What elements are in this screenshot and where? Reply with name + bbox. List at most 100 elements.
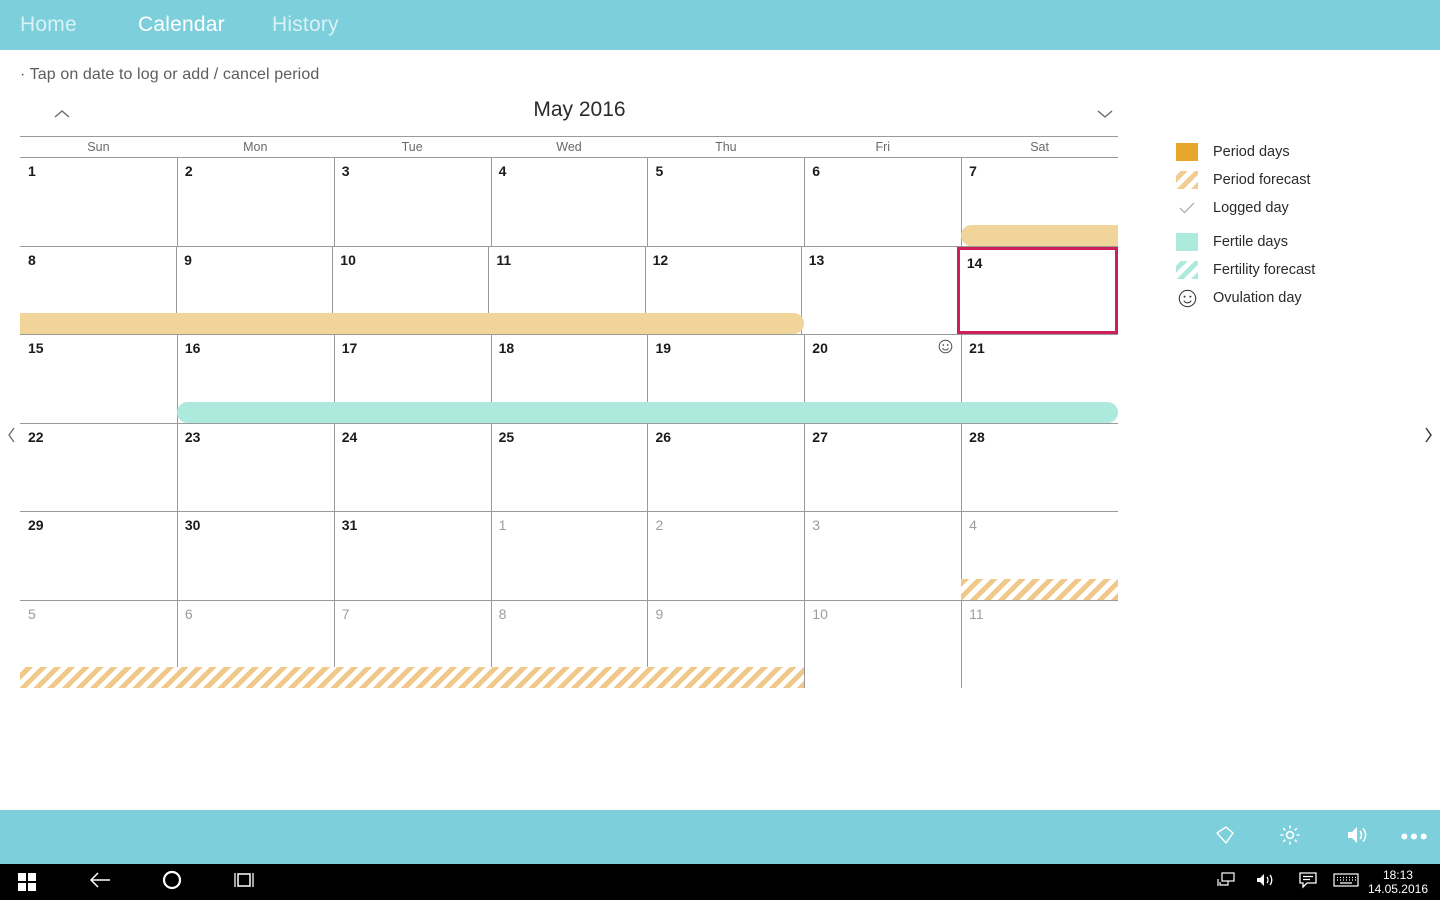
action-center-button[interactable] — [1292, 864, 1324, 900]
calendar-day-cell[interactable]: 1 — [20, 158, 177, 246]
day-number: 25 — [498, 428, 515, 445]
day-number: 1 — [498, 517, 507, 533]
keyboard-button[interactable] — [1330, 864, 1362, 900]
calendar-panel: May 2016 — [0, 96, 1139, 134]
calendar-day-cell[interactable]: 6 — [804, 158, 961, 246]
calendar-day-cell[interactable]: 4 — [961, 512, 1118, 600]
calendar-day-cell[interactable]: 22 — [20, 424, 177, 512]
calendar-day-cell[interactable]: 16 — [176, 335, 334, 423]
calendar-day-cell[interactable]: 10 — [804, 600, 961, 688]
calendar-day-cell[interactable]: 31 — [333, 512, 491, 600]
calendar-week-row: 8 9 10 11 12 13 14 — [20, 246, 1118, 335]
calendar-day-cell[interactable]: 8 — [490, 600, 648, 688]
day-number: 26 — [655, 428, 672, 445]
calendar-day-cell[interactable]: 25 — [490, 423, 648, 511]
chevron-left-icon[interactable] — [2, 423, 22, 447]
calendar-day-cell[interactable]: 7 — [961, 158, 1118, 246]
day-number: 9 — [655, 605, 664, 622]
calendar-day-cell[interactable]: 28 — [961, 423, 1118, 511]
period-days-swatch — [1176, 143, 1198, 161]
calendar-week-row: 15 16 17 18 19 20 21 — [20, 335, 1118, 424]
windows-taskbar: 18:13 14.05.2016 — [0, 864, 1440, 900]
action-center-icon — [1298, 871, 1318, 894]
calendar-day-cell[interactable]: 20 — [804, 335, 961, 423]
calendar-day-cell[interactable]: 23 — [176, 423, 334, 511]
calendar-day-cell[interactable]: 6 — [176, 600, 334, 688]
settings-button[interactable] — [1267, 810, 1313, 864]
back-button[interactable] — [80, 864, 120, 900]
calendar-day-cell[interactable]: 5 — [20, 601, 177, 689]
day-number: 29 — [28, 517, 44, 533]
calendar-day-cell[interactable]: 9 — [176, 246, 332, 334]
calendar-day-cell[interactable]: 30 — [176, 512, 334, 600]
sound-button[interactable] — [1335, 810, 1381, 864]
calendar-day-cell[interactable]: 26 — [647, 423, 804, 511]
day-number: 4 — [498, 163, 507, 179]
day-number: 31 — [341, 517, 358, 533]
calendar-day-cell[interactable]: 13 — [800, 246, 957, 334]
day-number: 2 — [184, 163, 193, 179]
calendar-day-cell[interactable]: 11 — [488, 246, 644, 334]
legend-label: Period forecast — [1213, 172, 1311, 188]
windows-start-button[interactable] — [8, 864, 46, 900]
tag-button[interactable] — [1202, 810, 1248, 864]
calendar-day-cell[interactable]: 3 — [804, 512, 961, 600]
network-button[interactable] — [1210, 864, 1242, 900]
legend-label: Fertility forecast — [1213, 262, 1316, 278]
calendar-week-row: 5 6 7 8 9 10 11 — [20, 600, 1118, 690]
chevron-right-icon[interactable] — [1418, 423, 1438, 447]
day-number: 19 — [655, 340, 672, 356]
calendar-day-cell[interactable]: 15 — [20, 335, 177, 423]
nav-item-history[interactable]: History — [272, 0, 339, 50]
calendar-day-cell[interactable]: 11 — [961, 600, 1118, 688]
day-number: 22 — [28, 428, 44, 445]
day-number: 15 — [28, 340, 44, 356]
calendar-day-cell[interactable]: 9 — [647, 600, 804, 688]
day-number: 3 — [812, 517, 821, 533]
app-root: Home Calendar History · Tap on date to l… — [0, 0, 1440, 900]
chevron-down-icon[interactable] — [1091, 102, 1119, 126]
calendar-day-cell[interactable]: 17 — [333, 335, 491, 423]
ovulation-smiley-icon — [938, 339, 953, 354]
calendar-day-cell[interactable]: 18 — [490, 335, 648, 423]
calendar-day-cell[interactable]: 10 — [332, 246, 488, 334]
calendar-day-cell[interactable]: 2 — [176, 158, 334, 246]
calendar-day-cell[interactable]: 21 — [961, 335, 1118, 423]
calendar-day-cell[interactable]: 5 — [647, 158, 804, 246]
calendar-day-cell-selected[interactable]: 14 — [956, 246, 1118, 334]
volume-button[interactable] — [1250, 864, 1282, 900]
day-number: 6 — [812, 163, 821, 179]
calendar-day-cell[interactable]: 29 — [20, 512, 177, 600]
calendar-day-cell[interactable]: 8 — [20, 247, 176, 335]
calendar-week-row: 1 2 3 4 5 6 7 — [20, 158, 1118, 247]
day-number: 11 — [969, 605, 984, 622]
calendar-day-cell[interactable]: 3 — [333, 158, 491, 246]
nav-item-home[interactable]: Home — [20, 0, 77, 50]
nav-item-calendar[interactable]: Calendar — [138, 0, 225, 50]
legend-item: Period forecast — [1176, 166, 1426, 194]
clock-date: 14.05.2016 — [1367, 882, 1428, 896]
weekday-label: Wed — [556, 140, 582, 154]
calendar-day-cell[interactable]: 24 — [333, 423, 491, 511]
day-number: 24 — [341, 428, 358, 445]
calendar-day-cell[interactable]: 1 — [490, 512, 648, 600]
calendar-day-cell[interactable]: 19 — [647, 335, 804, 423]
app-command-bar: ••• — [0, 810, 1440, 864]
day-number: 27 — [812, 428, 828, 445]
calendar-day-cell[interactable]: 27 — [804, 423, 961, 511]
taskbar-clock[interactable]: 18:13 14.05.2016 — [1368, 864, 1428, 900]
calendar-day-cell[interactable]: 4 — [490, 158, 648, 246]
calendar-day-cell[interactable]: 12 — [644, 246, 801, 334]
more-button[interactable]: ••• — [1392, 810, 1438, 864]
cortana-button[interactable] — [152, 864, 192, 900]
day-number: 8 — [498, 605, 507, 622]
calendar-day-cell[interactable]: 7 — [333, 600, 491, 688]
day-number: 2 — [655, 517, 664, 533]
task-view-button[interactable] — [224, 864, 264, 900]
tag-icon — [1214, 824, 1236, 851]
calendar-day-cell[interactable]: 2 — [647, 512, 804, 600]
day-number: 13 — [808, 251, 825, 268]
smiley-icon — [1176, 289, 1198, 307]
weekday-label: Fri — [875, 140, 891, 154]
month-header: May 2016 — [20, 96, 1139, 134]
